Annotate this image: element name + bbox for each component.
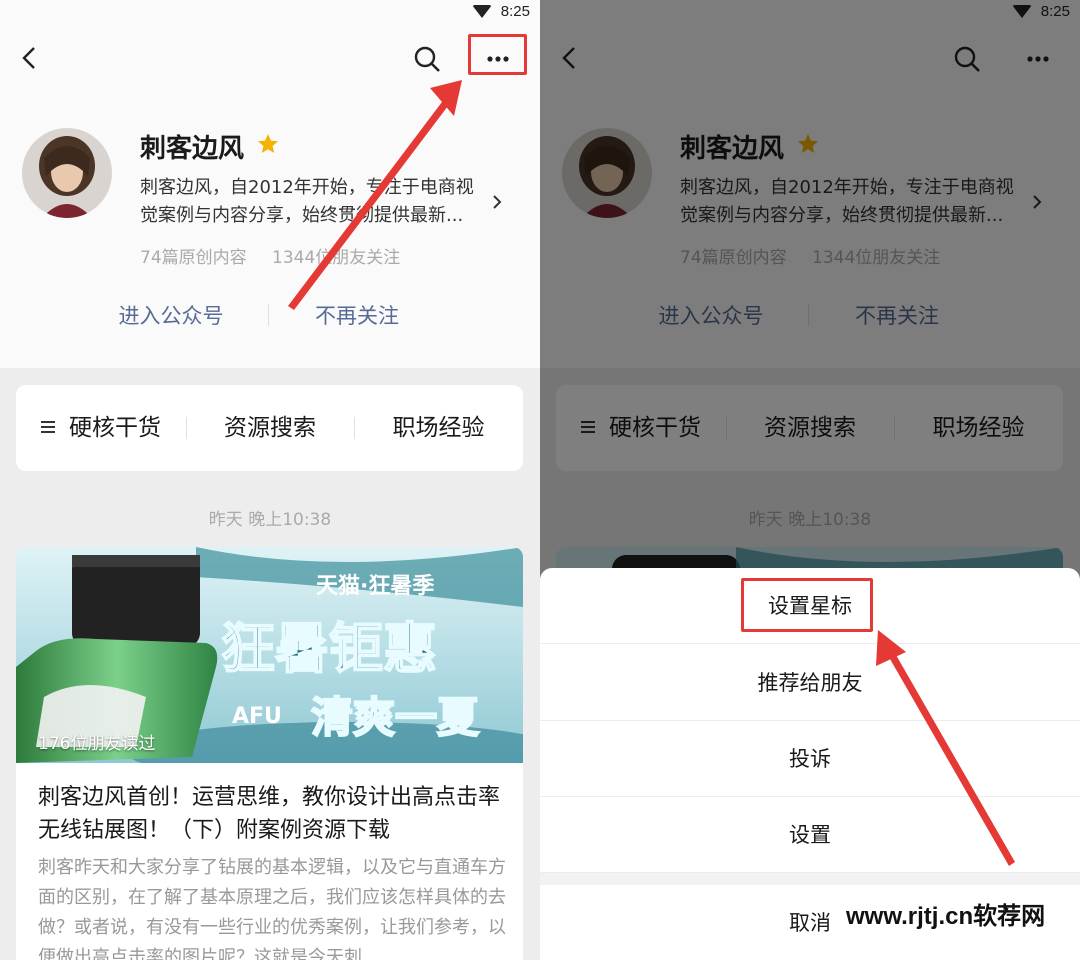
highlight-more-box xyxy=(468,34,527,75)
original-count: 74篇原创内容 xyxy=(140,248,247,268)
enter-account-button[interactable]: 进入公众号 xyxy=(86,298,256,334)
profile-screen: 8:25 刺客边风 刺客边风，自2012年开始，专注于电商视觉案例与内容分享，始… xyxy=(0,0,540,960)
settings-option[interactable]: 设置 xyxy=(540,797,1080,873)
cover-top-text: 天猫·狂暑季 xyxy=(316,574,434,599)
avatar[interactable] xyxy=(22,128,112,218)
status-bar: 8:25 xyxy=(0,0,540,24)
menu-item-label: 硬核干货 xyxy=(69,415,161,441)
chevron-right-icon[interactable] xyxy=(490,192,504,212)
account-description[interactable]: 刺客边风，自2012年开始，专注于电商视觉案例与内容分享，始终贯彻提供最新... xyxy=(140,174,490,230)
search-icon[interactable] xyxy=(412,44,442,74)
article-summary: 刺客昨天和大家分享了钻展的基本逻辑，以及它与直通车方面的区别，在了解了基本原理之… xyxy=(38,857,506,960)
status-time: 8:25 xyxy=(500,3,530,20)
cover-brand-text: AFU xyxy=(232,704,282,729)
cover-main-text: 狂暑钜惠 xyxy=(221,617,437,680)
recommend-option[interactable]: 推荐给朋友 xyxy=(540,645,1080,721)
menu-list-icon xyxy=(41,420,55,433)
star-icon xyxy=(258,134,278,153)
read-count: 176位朋友读过 xyxy=(38,734,156,754)
account-menu: 硬核干货 资源搜索 职场经验 xyxy=(16,385,523,471)
article-card[interactable]: 天猫·狂暑季 狂暑钜惠 清爽一夏 AFU 176位朋友读过 刺客边风首创！运营思… xyxy=(16,547,523,960)
menu-item-career[interactable]: 职场经验 xyxy=(354,385,523,471)
report-option[interactable]: 投诉 xyxy=(540,721,1080,797)
highlight-set-star-box xyxy=(741,578,873,632)
article-cover-image[interactable]: 天猫·狂暑季 狂暑钜惠 清爽一夏 AFU 176位朋友读过 xyxy=(16,547,523,763)
unfollow-button[interactable]: 不再关注 xyxy=(272,298,442,334)
menu-item-hardcore[interactable]: 硬核干货 xyxy=(16,385,186,471)
button-divider xyxy=(268,304,269,326)
wifi-icon xyxy=(472,5,492,18)
follower-count: 1344位朋友关注 xyxy=(272,248,401,268)
account-stats: 74篇原创内容 1344位朋友关注 xyxy=(140,243,420,268)
account-name: 刺客边风 xyxy=(140,134,245,164)
back-icon[interactable] xyxy=(16,44,44,72)
cover-sub-text: 清爽一夏 xyxy=(311,693,480,742)
account-header-card: 8:25 刺客边风 刺客边风，自2012年开始，专注于电商视觉案例与内容分享，始… xyxy=(0,0,540,368)
profile-screen-with-menu: 8:25 刺客边风 刺客边风，自2012年开始，专注于电商 xyxy=(540,0,1080,960)
article-title[interactable]: 刺客边风首创！运营思维，教你设计出高点击率无线钻展图！（下）附案例资源下载 xyxy=(38,781,508,847)
watermark: www.rjtj.cn软荐网 xyxy=(846,903,1046,930)
sheet-divider xyxy=(540,873,1080,885)
menu-item-resource-search[interactable]: 资源搜索 xyxy=(186,385,354,471)
feed-timestamp: 昨天 晚上10:38 xyxy=(208,510,332,530)
